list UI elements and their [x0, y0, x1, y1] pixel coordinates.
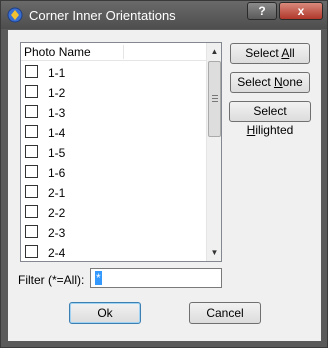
- list-item[interactable]: 1-3: [21, 103, 206, 123]
- scroll-thumb[interactable]: [208, 61, 221, 137]
- item-label: 1-3: [48, 106, 66, 120]
- column-header-photo-name[interactable]: Photo Name: [24, 45, 91, 59]
- grip-line: [212, 101, 218, 102]
- item-label: 1-1: [48, 66, 66, 80]
- select-all-text-rest: ll: [289, 46, 295, 60]
- grip-line: [212, 98, 218, 99]
- list-item[interactable]: 1-2: [21, 83, 206, 103]
- list-header[interactable]: Photo Name: [21, 43, 206, 61]
- list-item[interactable]: 2-1: [21, 183, 206, 203]
- select-none-text: Select: [237, 75, 274, 89]
- header-divider: [123, 45, 124, 59]
- item-checkbox[interactable]: [25, 185, 38, 198]
- list-item[interactable]: 1-4: [21, 123, 206, 143]
- item-checkbox[interactable]: [25, 225, 38, 238]
- item-checkbox[interactable]: [25, 205, 38, 218]
- item-checkbox[interactable]: [25, 245, 38, 258]
- item-checkbox[interactable]: [25, 85, 38, 98]
- item-label: 1-4: [48, 126, 66, 140]
- window-title: Corner Inner Orientations: [29, 8, 176, 23]
- item-checkbox[interactable]: [25, 105, 38, 118]
- scroll-up-icon[interactable]: ▲: [207, 43, 222, 60]
- select-all-text: Select: [245, 46, 282, 60]
- help-button[interactable]: ?: [247, 2, 277, 20]
- item-label: 1-5: [48, 146, 66, 160]
- list-rows: 1-1 1-2 1-3 1-4 1-5 1-6 2-1 2-2 2-3 2-4: [21, 63, 206, 261]
- title-bar: Corner Inner Orientations ? x: [1, 1, 327, 29]
- list-item[interactable]: 2-3: [21, 223, 206, 243]
- list-item[interactable]: 1-1: [21, 63, 206, 83]
- select-none-button[interactable]: Select None: [230, 72, 310, 93]
- select-hilighted-button[interactable]: Select Hilighted: [229, 101, 311, 137]
- item-label: 2-3: [48, 226, 66, 240]
- list-item[interactable]: 2-4: [21, 243, 206, 261]
- list-item[interactable]: 1-5: [21, 143, 206, 163]
- filter-value: *: [95, 271, 102, 285]
- dialog-window: Corner Inner Orientations ? x Photo Name…: [0, 0, 328, 348]
- item-checkbox[interactable]: [25, 65, 38, 78]
- grip-line: [212, 95, 218, 96]
- filter-label: Filter (*=All):: [18, 273, 85, 287]
- select-hilighted-accelerator: H: [246, 123, 256, 137]
- item-label: 2-2: [48, 206, 66, 220]
- filter-input[interactable]: *: [90, 268, 222, 288]
- dialog-body: Photo Name 1-1 1-2 1-3 1-4 1-5 1-6 2-1 2-2 2-3 2-…: [8, 30, 321, 341]
- ok-button[interactable]: Ok: [69, 302, 141, 324]
- app-icon: [7, 7, 23, 23]
- cancel-button[interactable]: Cancel: [189, 302, 261, 324]
- item-label: 1-2: [48, 86, 66, 100]
- item-label: 2-1: [48, 186, 66, 200]
- item-checkbox[interactable]: [25, 145, 38, 158]
- select-hilighted-text-rest: ilighted: [255, 123, 294, 137]
- item-checkbox[interactable]: [25, 165, 38, 178]
- vertical-scrollbar[interactable]: ▲ ▼: [206, 43, 221, 261]
- select-hilighted-text: Select: [253, 104, 287, 118]
- item-label: 1-6: [48, 166, 66, 180]
- list-item[interactable]: 1-6: [21, 163, 206, 183]
- photo-list[interactable]: Photo Name 1-1 1-2 1-3 1-4 1-5 1-6 2-1 2-2 2-3 2-…: [20, 42, 222, 262]
- item-checkbox[interactable]: [25, 125, 38, 138]
- select-none-text-rest: one: [282, 75, 303, 89]
- item-label: 2-4: [48, 246, 66, 260]
- list-item[interactable]: 2-2: [21, 203, 206, 223]
- scroll-down-icon[interactable]: ▼: [207, 244, 222, 261]
- close-button[interactable]: x: [279, 2, 323, 20]
- select-all-button[interactable]: Select All: [230, 43, 310, 64]
- select-none-accelerator: N: [273, 75, 283, 89]
